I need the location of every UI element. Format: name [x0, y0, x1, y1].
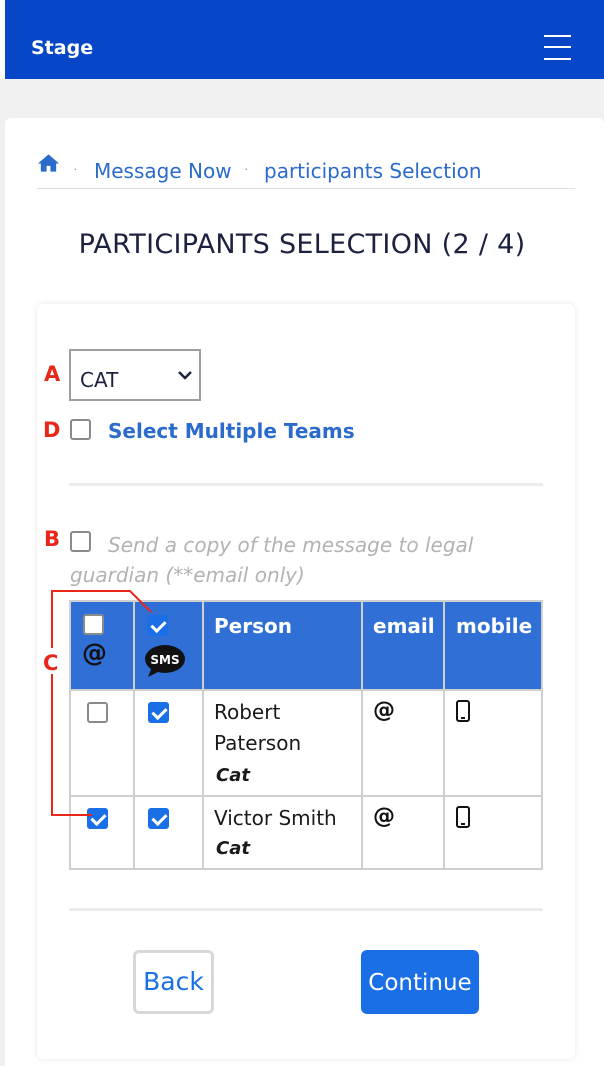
- participants-table: @ SMS Person email mobile Robert Paterso…: [69, 600, 543, 870]
- grid-line: [443, 602, 445, 868]
- row-email-checkbox[interactable]: [87, 808, 108, 829]
- row-sms-checkbox[interactable]: [148, 808, 169, 829]
- chevron-down-icon: [178, 371, 192, 380]
- annotation-a: A: [44, 362, 61, 386]
- column-person: Person: [214, 614, 292, 638]
- continue-button[interactable]: Continue: [361, 950, 479, 1014]
- breadcrumb-participants-selection[interactable]: participants Selection: [264, 159, 482, 183]
- annotation-b: B: [44, 527, 61, 551]
- sms-bubble-icon: SMS: [145, 645, 185, 677]
- back-button[interactable]: Back: [133, 950, 214, 1014]
- section-divider: [69, 908, 543, 911]
- annotation-d: D: [43, 418, 61, 442]
- multiple-teams-label[interactable]: Select Multiple Teams: [108, 419, 355, 443]
- grid-line: [133, 602, 135, 868]
- person-name: Victor Smith: [214, 806, 337, 830]
- annotation-c: C: [43, 651, 59, 675]
- breadcrumb-message-now[interactable]: Message Now: [94, 159, 232, 183]
- hamburger-menu-icon[interactable]: [541, 31, 573, 63]
- breadcrumb-separator: ·: [73, 160, 78, 176]
- grid-line: [202, 602, 204, 868]
- select-all-email-checkbox[interactable]: [83, 614, 104, 635]
- grid-line: [71, 795, 541, 797]
- brand-title[interactable]: Stage: [31, 37, 93, 59]
- home-icon[interactable]: [37, 153, 60, 173]
- email-at-icon: @: [373, 804, 395, 829]
- row-email-checkbox[interactable]: [87, 702, 108, 723]
- section-divider: [69, 483, 543, 486]
- multiple-teams-checkbox[interactable]: [70, 419, 91, 440]
- at-icon: @: [82, 638, 107, 667]
- person-name: Robert Paterson: [214, 700, 302, 755]
- select-all-sms-checkbox[interactable]: [147, 615, 168, 636]
- guardian-copy-label: Send a copy of the message to legal guar…: [70, 533, 474, 587]
- column-mobile: mobile: [456, 614, 533, 638]
- svg-text:SMS: SMS: [150, 653, 179, 667]
- column-email: email: [373, 614, 435, 638]
- email-at-icon: @: [373, 698, 395, 723]
- page-title: PARTICIPANTS SELECTION (2 / 4): [78, 229, 526, 260]
- team-select[interactable]: CAT: [69, 349, 201, 401]
- top-navbar: Stage: [5, 0, 604, 79]
- grid-line: [361, 602, 363, 868]
- person-team: Cat: [216, 838, 250, 859]
- phone-icon: [456, 806, 470, 828]
- phone-icon: [456, 700, 470, 722]
- person-team: Cat: [216, 765, 250, 786]
- team-select-value: CAT: [80, 368, 119, 392]
- breadcrumb-separator: ·: [244, 160, 249, 176]
- grid-line: [71, 689, 541, 691]
- row-sms-checkbox[interactable]: [148, 702, 169, 723]
- breadcrumb: · Message Now · participants Selection: [37, 152, 575, 189]
